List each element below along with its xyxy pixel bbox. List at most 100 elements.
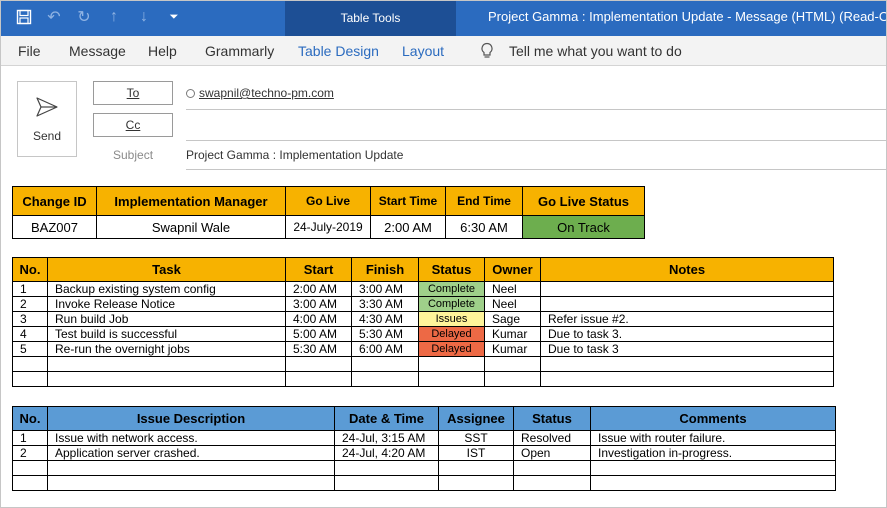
menu-file[interactable]: File — [18, 43, 41, 59]
to-field-underline — [186, 109, 886, 110]
summary-header: Change ID — [12, 186, 97, 216]
empty-cell — [540, 371, 834, 387]
start-time: 2:00 AM — [370, 215, 446, 239]
to-field[interactable]: swapnil@techno-pm.com — [186, 86, 334, 100]
title-bar: ↶ ↻ ↑ ↓ ⏷ Table Tools Project Gamma : Im… — [0, 0, 887, 36]
task-notes — [540, 281, 834, 297]
window-title: Project Gamma : Implementation Update - … — [488, 9, 887, 24]
task-row-empty — [12, 371, 834, 387]
task-name: Backup existing system config — [47, 281, 286, 297]
empty-cell — [47, 460, 335, 476]
menu-grammarly[interactable]: Grammarly — [205, 43, 274, 59]
empty-cell — [334, 460, 439, 476]
menu-help[interactable]: Help — [148, 43, 177, 59]
menu-message[interactable]: Message — [69, 43, 126, 59]
customize-toolbar-icon[interactable]: ⏷ — [164, 6, 184, 28]
empty-cell — [438, 460, 514, 476]
task-notes — [540, 296, 834, 312]
summary-header: Start Time — [370, 186, 446, 216]
task-name: Run build Job — [47, 311, 286, 327]
task-status: Complete — [418, 296, 485, 312]
tasks-header: Notes — [540, 257, 834, 282]
cc-button[interactable]: Cc — [93, 113, 173, 137]
go-live-status: On Track — [522, 215, 645, 239]
empty-cell — [438, 475, 514, 491]
issue-no: 1 — [12, 430, 48, 446]
issues-header: No. — [12, 406, 48, 431]
issue-row: 2 Application server crashed. 24-Jul, 4:… — [12, 445, 836, 461]
issue-description: Application server crashed. — [47, 445, 335, 461]
issue-row-empty — [12, 475, 836, 491]
lightbulb-icon — [480, 42, 494, 60]
empty-cell — [47, 371, 286, 387]
empty-cell — [12, 460, 48, 476]
arrow-up-icon[interactable]: ↑ — [104, 6, 124, 28]
task-row: 1 Backup existing system config 2:00 AM … — [12, 281, 834, 297]
task-row: 4 Test build is successful 5:00 AM 5:30 … — [12, 326, 834, 342]
empty-cell — [513, 460, 591, 476]
task-no: 2 — [12, 296, 48, 312]
issue-no: 2 — [12, 445, 48, 461]
issues-header: Issue Description — [47, 406, 335, 431]
presence-icon — [186, 88, 195, 98]
issues-table: No. Issue Description Date & Time Assign… — [12, 406, 836, 491]
subject-label: Subject — [113, 148, 154, 162]
task-name: Re-run the overnight jobs — [47, 341, 286, 357]
empty-cell — [47, 475, 335, 491]
send-icon — [36, 97, 58, 117]
subject-field[interactable]: Project Gamma : Implementation Update — [186, 148, 403, 162]
empty-cell — [12, 356, 48, 372]
arrow-down-icon[interactable]: ↓ — [134, 6, 154, 28]
empty-cell — [12, 371, 48, 387]
recipient-address[interactable]: swapnil@techno-pm.com — [199, 86, 334, 100]
task-no: 4 — [12, 326, 48, 342]
issue-row-empty — [12, 460, 836, 476]
empty-cell — [590, 460, 836, 476]
task-start: 3:00 AM — [285, 296, 352, 312]
task-finish: 5:30 AM — [351, 326, 419, 342]
menu-table-design[interactable]: Table Design — [298, 43, 379, 59]
task-owner: Neel — [484, 296, 541, 312]
tasks-header-row: No. Task Start Finish Status Owner Notes — [12, 257, 834, 282]
task-no: 3 — [12, 311, 48, 327]
task-row: 3 Run build Job 4:00 AM 4:30 AM Issues S… — [12, 311, 834, 327]
issue-assignee: SST — [438, 430, 514, 446]
menu-layout[interactable]: Layout — [402, 43, 444, 59]
issues-header: Comments — [590, 406, 836, 431]
empty-cell — [12, 475, 48, 491]
task-finish: 4:30 AM — [351, 311, 419, 327]
task-owner: Sage — [484, 311, 541, 327]
send-label: Send — [32, 129, 62, 143]
empty-cell — [540, 356, 834, 372]
redo-icon[interactable]: ↻ — [74, 6, 94, 28]
tell-me-search[interactable]: Tell me what you want to do — [509, 43, 682, 59]
tasks-header: Finish — [351, 257, 419, 282]
summary-header: End Time — [445, 186, 523, 216]
empty-cell — [285, 356, 352, 372]
table-tools-context-tab: Table Tools — [285, 0, 456, 36]
empty-cell — [285, 371, 352, 387]
empty-cell — [47, 356, 286, 372]
cc-field-underline — [186, 140, 886, 141]
task-owner: Neel — [484, 281, 541, 297]
undo-icon[interactable]: ↶ — [44, 6, 64, 28]
issue-datetime: 24-Jul, 3:15 AM — [334, 430, 439, 446]
save-icon[interactable] — [14, 6, 34, 28]
issue-datetime: 24-Jul, 4:20 AM — [334, 445, 439, 461]
send-button[interactable]: Send — [17, 81, 77, 157]
task-name: Invoke Release Notice — [47, 296, 286, 312]
task-owner: Kumar — [484, 326, 541, 342]
summary-header: Implementation Manager — [96, 186, 286, 216]
summary-header: Go Live — [285, 186, 371, 216]
to-button[interactable]: To — [93, 81, 173, 105]
task-row-empty — [12, 356, 834, 372]
task-notes: Due to task 3. — [540, 326, 834, 342]
empty-cell — [484, 356, 541, 372]
end-time: 6:30 AM — [445, 215, 523, 239]
issue-row: 1 Issue with network access. 24-Jul, 3:1… — [12, 430, 836, 446]
implementation-manager: Swapnil Wale — [96, 215, 286, 239]
tasks-header: Owner — [484, 257, 541, 282]
task-notes: Due to task 3 — [540, 341, 834, 357]
empty-cell — [418, 356, 485, 372]
issue-status: Open — [513, 445, 591, 461]
